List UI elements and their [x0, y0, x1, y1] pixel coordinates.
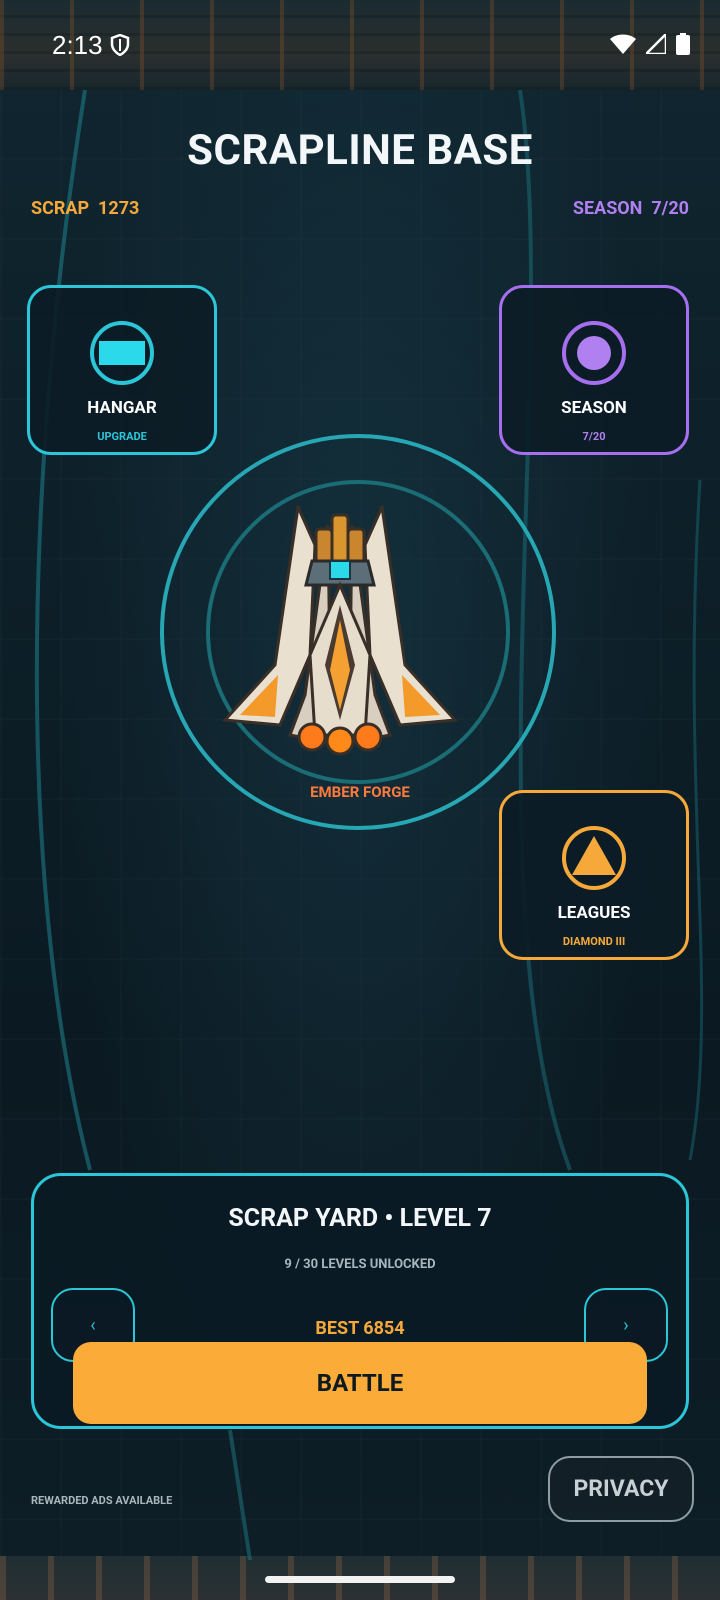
wifi-icon	[610, 34, 636, 54]
status-time: 2:13	[52, 30, 103, 60]
hangar-label: HANGAR	[87, 398, 157, 418]
leagues-label: LEAGUES	[557, 903, 631, 923]
home-indicator[interactable]	[265, 1576, 455, 1583]
circle-dot-icon	[562, 321, 626, 385]
best-score: BEST 6854	[315, 1318, 405, 1339]
leagues-sub: DIAMOND III	[562, 935, 626, 948]
season-counter: SEASON 7/20	[572, 198, 689, 219]
privacy-button[interactable]: PRIVACY	[548, 1456, 694, 1522]
shield-icon	[110, 34, 130, 56]
hangar-sub: UPGRADE	[97, 430, 147, 443]
season-tile[interactable]: SEASON 7/20	[499, 285, 689, 455]
level-title: SCRAP YARD • LEVEL 7	[228, 1204, 492, 1233]
rectangle-icon	[90, 321, 154, 385]
spaceship-image[interactable]	[220, 505, 460, 755]
status-icons	[610, 33, 690, 55]
season-sub: 7/20	[582, 430, 606, 443]
leagues-tile[interactable]: LEAGUES DIAMOND III	[499, 790, 689, 960]
signal-icon	[646, 34, 666, 54]
battle-button[interactable]: BATTLE	[73, 1342, 647, 1424]
levels-unlocked: 9 / 30 LEVELS UNLOCKED	[284, 1257, 436, 1272]
hangar-tile[interactable]: HANGAR UPGRADE	[27, 285, 217, 455]
scrap-counter: SCRAP 1273	[31, 198, 140, 219]
ship-name: EMBER FORGE	[310, 783, 410, 801]
season-label: SEASON	[561, 398, 627, 418]
rewarded-ads-label: REWARDED ADS AVAILABLE	[31, 1494, 173, 1507]
triangle-icon	[562, 826, 626, 890]
battery-icon	[676, 33, 690, 55]
page-title: SCRAPLINE BASE	[187, 126, 533, 175]
